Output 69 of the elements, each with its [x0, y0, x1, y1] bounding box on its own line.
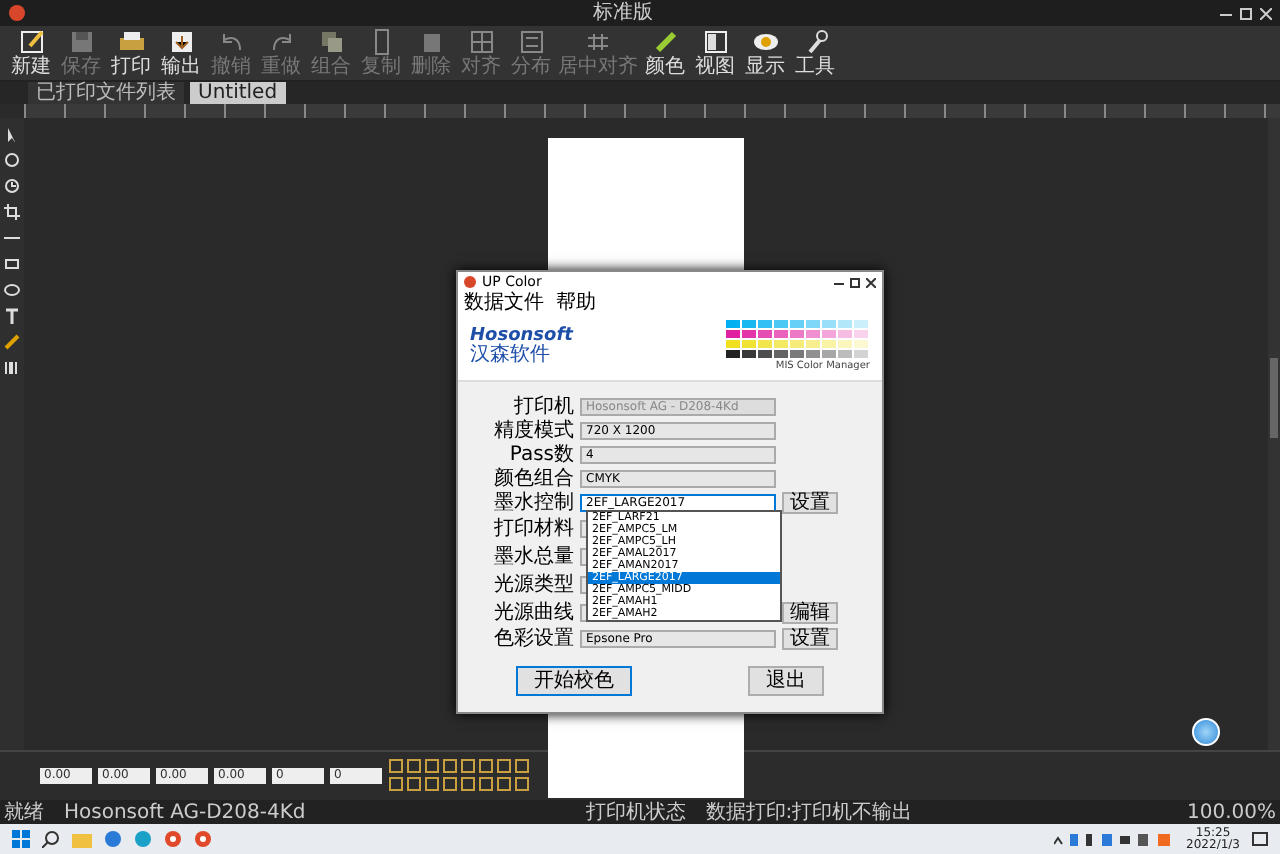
align-icon[interactable]: [584, 28, 612, 56]
printer-icon[interactable]: [117, 28, 145, 56]
settings-button[interactable]: 设置: [782, 627, 838, 649]
field-label: 色彩设置: [492, 627, 574, 649]
redo-icon[interactable]: [267, 28, 295, 56]
edit-button[interactable]: 编辑: [782, 601, 838, 623]
settings-button[interactable]: 设置: [782, 491, 838, 513]
circle-icon[interactable]: [4, 152, 20, 168]
brush-icon[interactable]: [651, 28, 679, 56]
exit-button[interactable]: 退出: [748, 666, 824, 696]
rectangle-icon[interactable]: [4, 256, 20, 272]
app-logo-icon: [8, 4, 26, 22]
start-button[interactable]: 开始校色: [516, 666, 632, 696]
printer-status: 打印机状态: [585, 801, 686, 823]
minimize-icon[interactable]: [834, 277, 844, 287]
grid-icon[interactable]: [467, 28, 495, 56]
crop-icon[interactable]: [4, 204, 20, 220]
tab[interactable]: 已打印文件列表: [28, 82, 184, 104]
brand-logo: Hosonsoft: [470, 328, 573, 346]
toolbar-label[interactable]: 显示: [745, 56, 785, 78]
field-label: 颜色组合: [492, 467, 574, 489]
app-logo-icon: [464, 276, 476, 288]
menu-item[interactable]: 帮助: [556, 292, 596, 314]
window-title: 标准版: [593, 1, 653, 25]
pencil-icon[interactable]: [17, 28, 45, 56]
toolbar-label[interactable]: 颜色: [645, 56, 685, 78]
undo-icon[interactable]: [217, 28, 245, 56]
floating-ball-icon[interactable]: [1192, 718, 1220, 746]
barcode-icon[interactable]: [4, 360, 20, 376]
field-label: 精度模式: [492, 419, 574, 441]
close-icon[interactable]: [866, 277, 876, 287]
pointer-icon[interactable]: [4, 126, 20, 142]
field-label: 打印机: [512, 395, 574, 417]
brand-subtitle: 汉森软件: [470, 346, 552, 366]
field-label: 光源曲线: [492, 601, 574, 623]
clock-icon[interactable]: [4, 178, 20, 194]
start-icon[interactable]: [12, 830, 30, 848]
tray-icons-drawing[interactable]: [1054, 831, 1175, 847]
maximize-icon[interactable]: [850, 277, 860, 287]
status-text: 就绪: [4, 801, 44, 823]
color-chart-drawing: [726, 319, 870, 360]
printer-name: Hosonsoft AG-D208-4Kd: [64, 801, 306, 823]
search-icon[interactable]: [42, 830, 60, 848]
field-label: 光源类型: [492, 573, 574, 595]
field-label: Pass数: [507, 443, 574, 465]
toolbar-label[interactable]: 视图: [695, 56, 735, 78]
tab[interactable]: Untitled: [190, 82, 286, 104]
globe-icon[interactable]: [104, 830, 122, 848]
toolbar-label[interactable]: 打印: [111, 56, 151, 78]
field-label: 墨水总量: [492, 545, 574, 567]
toolbar-label[interactable]: 工具: [795, 56, 835, 78]
eye-icon[interactable]: [751, 28, 779, 56]
status-message: 数据打印:打印机不输出: [705, 801, 915, 823]
notification-icon[interactable]: [1252, 831, 1268, 847]
alignment-tools-drawing[interactable]: [388, 758, 532, 794]
layout-icon[interactable]: [701, 28, 729, 56]
ellipse-icon[interactable]: [4, 282, 20, 298]
zoom-level: 100.00%: [1187, 801, 1276, 823]
grid-icon[interactable]: [517, 28, 545, 56]
toolbar-label[interactable]: 新建: [11, 56, 51, 78]
field-label: 墨水控制: [492, 491, 574, 513]
toolbar-label[interactable]: 输出: [161, 56, 201, 78]
text-tool-icon[interactable]: [4, 308, 20, 324]
export-icon[interactable]: [167, 28, 195, 56]
menu-item[interactable]: 数据文件: [464, 292, 544, 314]
pen-icon[interactable]: [4, 334, 20, 350]
scrollbar-thumb[interactable]: [1270, 358, 1278, 438]
copy-icon[interactable]: [317, 28, 345, 56]
field-label: 打印材料: [492, 517, 574, 539]
